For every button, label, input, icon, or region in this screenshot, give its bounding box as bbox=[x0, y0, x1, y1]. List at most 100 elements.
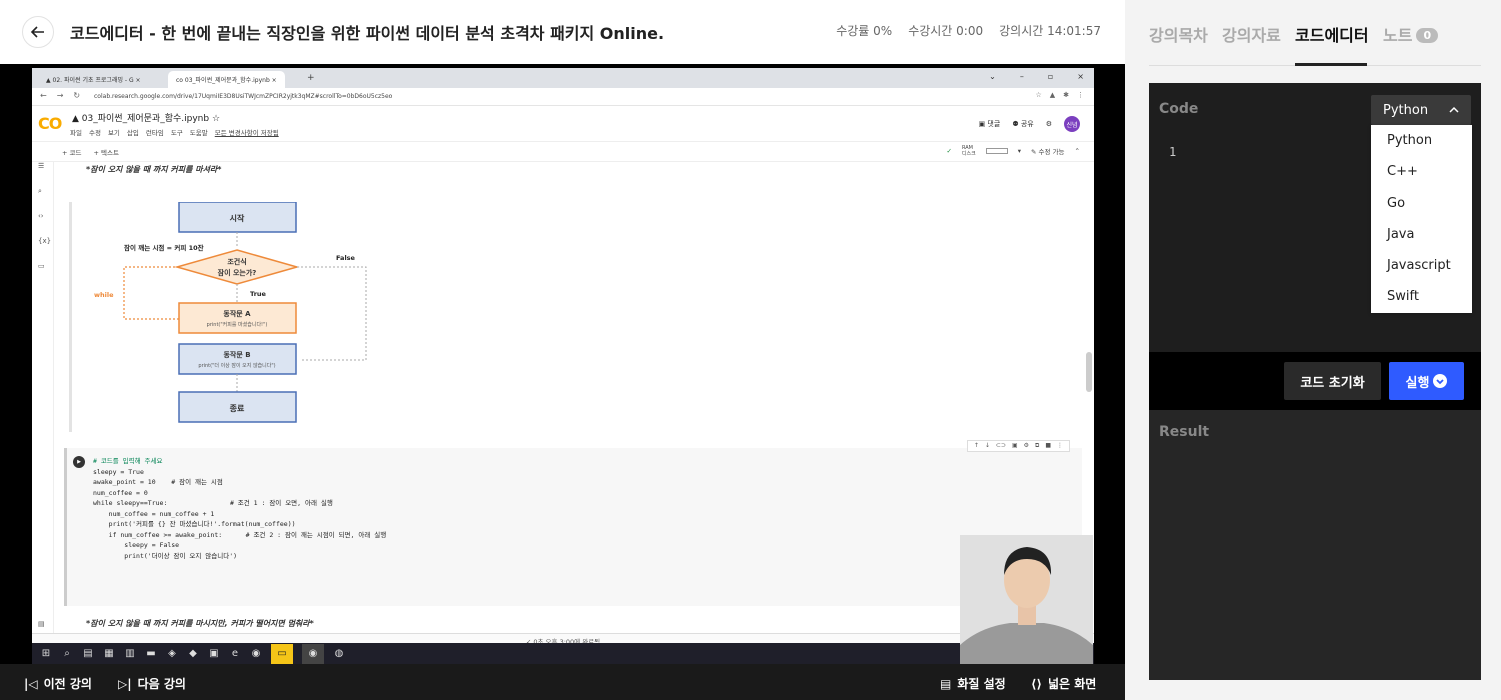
code-brackets-icon: ⟨⟩ bbox=[1031, 676, 1042, 691]
wide-screen-button[interactable]: ⟨⟩ 넓은 화면 bbox=[1031, 675, 1096, 692]
page-title: 코드에디터 - 한 번에 끝내는 직장인을 위한 파이썬 데이터 분석 초격차 … bbox=[70, 24, 665, 43]
next-lecture-button[interactable]: ▷| 다음 강의 bbox=[118, 675, 186, 692]
language-option[interactable]: Go bbox=[1371, 188, 1472, 219]
language-menu: Python C++ Go Java Javascript Swift bbox=[1371, 125, 1472, 313]
notebook-scrollbar bbox=[1086, 352, 1092, 392]
code-editor: Code 1 Python Python C++ Go Java Javascr… bbox=[1149, 83, 1481, 680]
new-tab-icon: + bbox=[307, 73, 315, 83]
notebook-side-rail: ☰ ⌕ ‹› {x} ▭ ▤ bbox=[32, 162, 54, 647]
app-icon: ▣ bbox=[209, 648, 219, 659]
run-code-button[interactable]: 실행 bbox=[1389, 362, 1464, 400]
language-option[interactable]: Python bbox=[1371, 125, 1472, 156]
flow-cond-2: 잠이 오는가? bbox=[218, 268, 257, 277]
flow-true-label: True bbox=[250, 290, 267, 298]
video-browser-frame: ▲ 02. 파이썬 기초 프로그래밍 - G × co 03_파이썬_제어문과_… bbox=[32, 68, 1094, 647]
app-icon: ◍ bbox=[334, 648, 344, 659]
address-icons: ☆ ▲ ✱ ⋮ bbox=[1035, 91, 1084, 99]
chevron-down-circle-icon bbox=[1433, 374, 1448, 388]
tab-notes[interactable]: 노트 0 bbox=[1383, 22, 1439, 46]
code-line: while sleepy==True: # 조건 1 : 잠이 오면, 아래 실… bbox=[93, 499, 333, 507]
flow-action-a: 동작문 A bbox=[223, 309, 251, 318]
flow-action-b-code: print("더 이상 잠이 오지 않습니다") bbox=[198, 362, 275, 369]
code-line: if num_coffee >= awake_point: # 조건 2 : 잠… bbox=[93, 530, 387, 539]
notebook-actions: ▣ 댓글 ⚉ 공유 ⚙ 신념 bbox=[979, 116, 1080, 132]
watch-time: 수강시간 0:00 bbox=[908, 24, 984, 38]
video-player[interactable]: ▲ 02. 파이썬 기초 프로그래밍 - G × co 03_파이썬_제어문과_… bbox=[0, 64, 1125, 664]
flowchart: 시작 잠이 깨는 시점 = 커피 10잔 조건식 잠이 오는가? False T… bbox=[69, 201, 399, 432]
quality-settings-button[interactable]: ▤ 화질 설정 bbox=[940, 675, 1006, 692]
code-line: num_coffee = num_coffee + 1 bbox=[93, 509, 215, 518]
flow-end: 종료 bbox=[230, 404, 245, 413]
arrow-left-icon bbox=[30, 26, 44, 38]
browser-tab: ▲ 02. 파이썬 기초 프로그래밍 - G × bbox=[46, 77, 141, 84]
language-option[interactable]: C++ bbox=[1371, 156, 1472, 187]
prev-lecture-button[interactable]: |◁ 이전 강의 bbox=[24, 675, 92, 692]
skip-back-icon: |◁ bbox=[24, 676, 38, 691]
back-button[interactable] bbox=[22, 16, 54, 48]
progress-rate: 수강률 0% bbox=[836, 24, 893, 38]
edge-icon: e bbox=[231, 648, 239, 659]
cell-run-icon: ▶ bbox=[73, 456, 85, 468]
player-bottom-bar: |◁ 이전 강의 ▷| 다음 강의 ▤ 화질 설정 ⟨⟩ 넓은 화면 bbox=[0, 664, 1125, 700]
notebook-title: ▲ 03_파이썬_제어문과_함수.ipynb ☆ bbox=[72, 114, 221, 124]
code-line: awake_point = 10 # 잠이 깨는 시점 bbox=[93, 478, 223, 486]
windows-start-icon: ⊞ bbox=[41, 648, 51, 659]
app-icon: ◆ bbox=[189, 648, 197, 659]
result-label: Result bbox=[1159, 424, 1210, 440]
flow-cond-1: 조건식 bbox=[227, 257, 246, 266]
flow-init-label: 잠이 깨는 시점 = 커피 10잔 bbox=[124, 243, 204, 252]
notebook-menu: 파일 수정 보기 삽입 런타임 도구 도움말 모든 변경사항이 저장됨 bbox=[70, 129, 279, 137]
language-select[interactable]: Python bbox=[1371, 95, 1471, 125]
language-option[interactable]: Javascript bbox=[1371, 250, 1472, 281]
browser-tab-active: co 03_파이썬_제어문과_함수.ipynb × bbox=[168, 71, 285, 88]
app: 코드에디터 - 한 번에 끝내는 직장인을 위한 파이썬 데이터 분석 초격차 … bbox=[0, 0, 1501, 700]
language-option[interactable]: Swift bbox=[1371, 281, 1472, 312]
markdown-text: *잠이 오지 않을 때 까지 커피를 마셔라* bbox=[86, 165, 222, 174]
tab-curriculum[interactable]: 강의목차 bbox=[1149, 22, 1208, 46]
flow-false-label: False bbox=[336, 254, 356, 262]
note-count-badge: 0 bbox=[1416, 28, 1439, 43]
search-icon: ⌕ bbox=[64, 648, 70, 659]
code-line: print('커피를 {} 잔 마셨습니다!'.format(num_coffe… bbox=[93, 520, 296, 528]
app-icon: ◈ bbox=[168, 648, 176, 659]
cell-toolbar: ↑ ↓ ⊂⊃ ▣ ⚙ ⧉ ■ ⋮ bbox=[966, 440, 1070, 452]
editor-controls: 코드 초기화 실행 bbox=[1149, 352, 1481, 410]
url-text: colab.research.google.com/drive/17UqmiIE… bbox=[94, 93, 393, 100]
tab-materials[interactable]: 강의자료 bbox=[1222, 22, 1281, 46]
folder-icon: ▬ bbox=[146, 648, 156, 659]
reset-code-button[interactable]: 코드 초기화 bbox=[1284, 362, 1381, 400]
flow-action-b: 동작문 B bbox=[223, 350, 250, 359]
language-option[interactable]: Java bbox=[1371, 219, 1472, 250]
taskview-icon: ▤ bbox=[83, 648, 93, 659]
chrome-icon: ◉ bbox=[302, 643, 324, 664]
presenter-video bbox=[960, 535, 1093, 664]
cell-code: # 코드를 입력해 주세요 sleepy = True awake_point = … bbox=[93, 456, 386, 561]
flow-action-a-code: print("커피를 마셨습니다!") bbox=[207, 321, 268, 328]
windows-taskbar: ⊞ ⌕ ▤ ▦ ▥ ▬ ◈ ◆ ▣ e ◉ ▭ ◉ ◍ bbox=[32, 643, 1094, 664]
code-line: num_coffee = 0 bbox=[93, 488, 148, 497]
colab-header: CO ▲ 03_파이썬_제어문과_함수.ipynb ☆ 파일 수정 보기 삽입 런타임 도… bbox=[32, 106, 1094, 142]
user-avatar: 신념 bbox=[1064, 116, 1080, 132]
page-header: 코드에디터 - 한 번에 끝내는 직장인을 위한 파이썬 데이터 분석 초격차 … bbox=[0, 0, 1125, 64]
flow-start: 시작 bbox=[230, 213, 245, 223]
code-line: # 코드를 입력해 주세요 bbox=[93, 457, 163, 465]
code-cell: ▶ ↑ ↓ ⊂⊃ ▣ ⚙ ⧉ ■ ⋮ # 코드를 입력해 주세요 sleepy = True aw… bbox=[64, 440, 1082, 606]
lecture-stats: 수강률 0% 수강시간 0:00 강의시간 14:01:57 bbox=[836, 22, 1101, 39]
code-line: sleepy = False bbox=[93, 541, 180, 549]
browser-addressbar: ← → ↻ colab.research.google.com/drive/17Uq… bbox=[32, 88, 1094, 106]
flow-while-label: while bbox=[94, 291, 114, 299]
result-area: Result bbox=[1149, 410, 1481, 680]
nav-icons: ← → ↻ bbox=[40, 91, 81, 100]
markdown-text: *잠이 오지 않을 때 까지 커피를 마시지만, 커피가 떨어지면 멈춰라* bbox=[86, 619, 314, 628]
chevron-up-icon bbox=[1449, 106, 1459, 113]
kakaotalk-icon: ▭ bbox=[271, 643, 293, 664]
tab-code-editor[interactable]: 코드에디터 bbox=[1295, 22, 1369, 46]
app-icon: ▦ bbox=[104, 648, 114, 659]
active-tab-indicator bbox=[1295, 63, 1367, 66]
calendar-icon: ▥ bbox=[125, 648, 135, 659]
code-label: Code bbox=[1159, 101, 1199, 117]
line-number[interactable]: 1 bbox=[1169, 145, 1176, 159]
notebook-toolbar: + 코드 + 텍스트 ✓ RAM 디스크 ▾ ✎ 수정 가능 ⌃ bbox=[32, 142, 1094, 162]
flowchart-svg: 시작 잠이 깨는 시점 = 커피 10잔 조건식 잠이 오는가? False T… bbox=[94, 201, 367, 423]
window-controls: ⌄ – ▫ × bbox=[989, 72, 1084, 81]
